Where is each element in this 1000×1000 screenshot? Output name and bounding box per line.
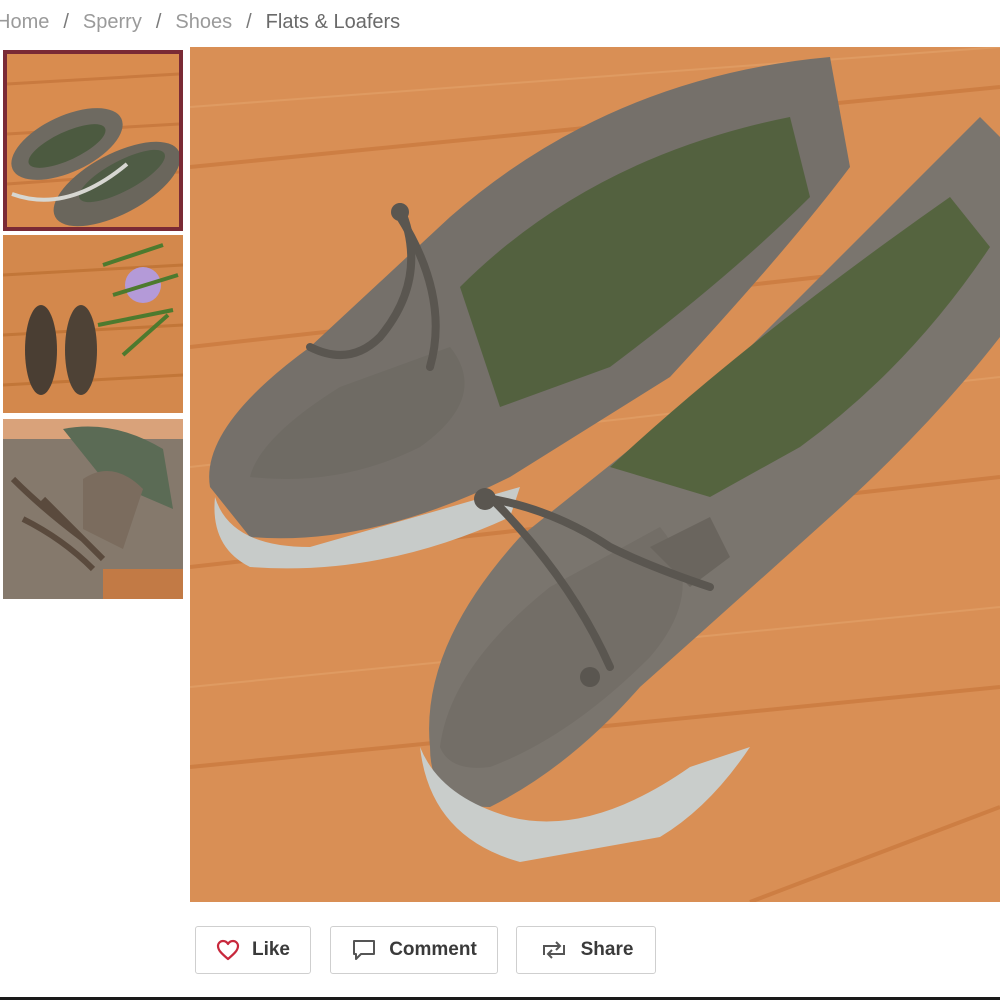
thumbnail-2[interactable]: [3, 235, 183, 413]
repost-icon: [539, 939, 569, 961]
thumbnail-2-image: [3, 235, 183, 413]
heart-icon: [216, 939, 240, 961]
breadcrumb: Home / Sperry / Shoes / Flats & Loafers: [0, 8, 400, 36]
share-button[interactable]: Share: [516, 926, 656, 974]
breadcrumb-separator: /: [63, 10, 69, 33]
share-label: Share: [580, 939, 634, 960]
thumbnail-1-image: [7, 54, 179, 227]
breadcrumb-separator: /: [155, 10, 162, 33]
comment-label: Comment: [389, 939, 477, 960]
comment-button[interactable]: Comment: [330, 926, 498, 974]
like-label: Like: [251, 939, 291, 960]
breadcrumb-home[interactable]: Home: [0, 11, 49, 34]
breadcrumb-category[interactable]: Shoes: [175, 11, 232, 34]
breadcrumb-brand[interactable]: Sperry: [83, 11, 142, 34]
speech-bubble-icon: [351, 938, 377, 962]
main-product-image[interactable]: [190, 47, 1000, 902]
like-button[interactable]: Like: [195, 926, 311, 974]
main-product-photo: [190, 47, 1000, 902]
thumbnail-3-image: [3, 419, 183, 599]
product-page: Home / Sperry / Shoes / Flats & Loafers: [0, 0, 1000, 1000]
breadcrumb-current[interactable]: Flats & Loafers: [266, 11, 401, 34]
breadcrumb-separator: /: [246, 10, 252, 33]
thumbnail-1[interactable]: [3, 50, 183, 231]
thumbnail-3[interactable]: [3, 419, 183, 599]
